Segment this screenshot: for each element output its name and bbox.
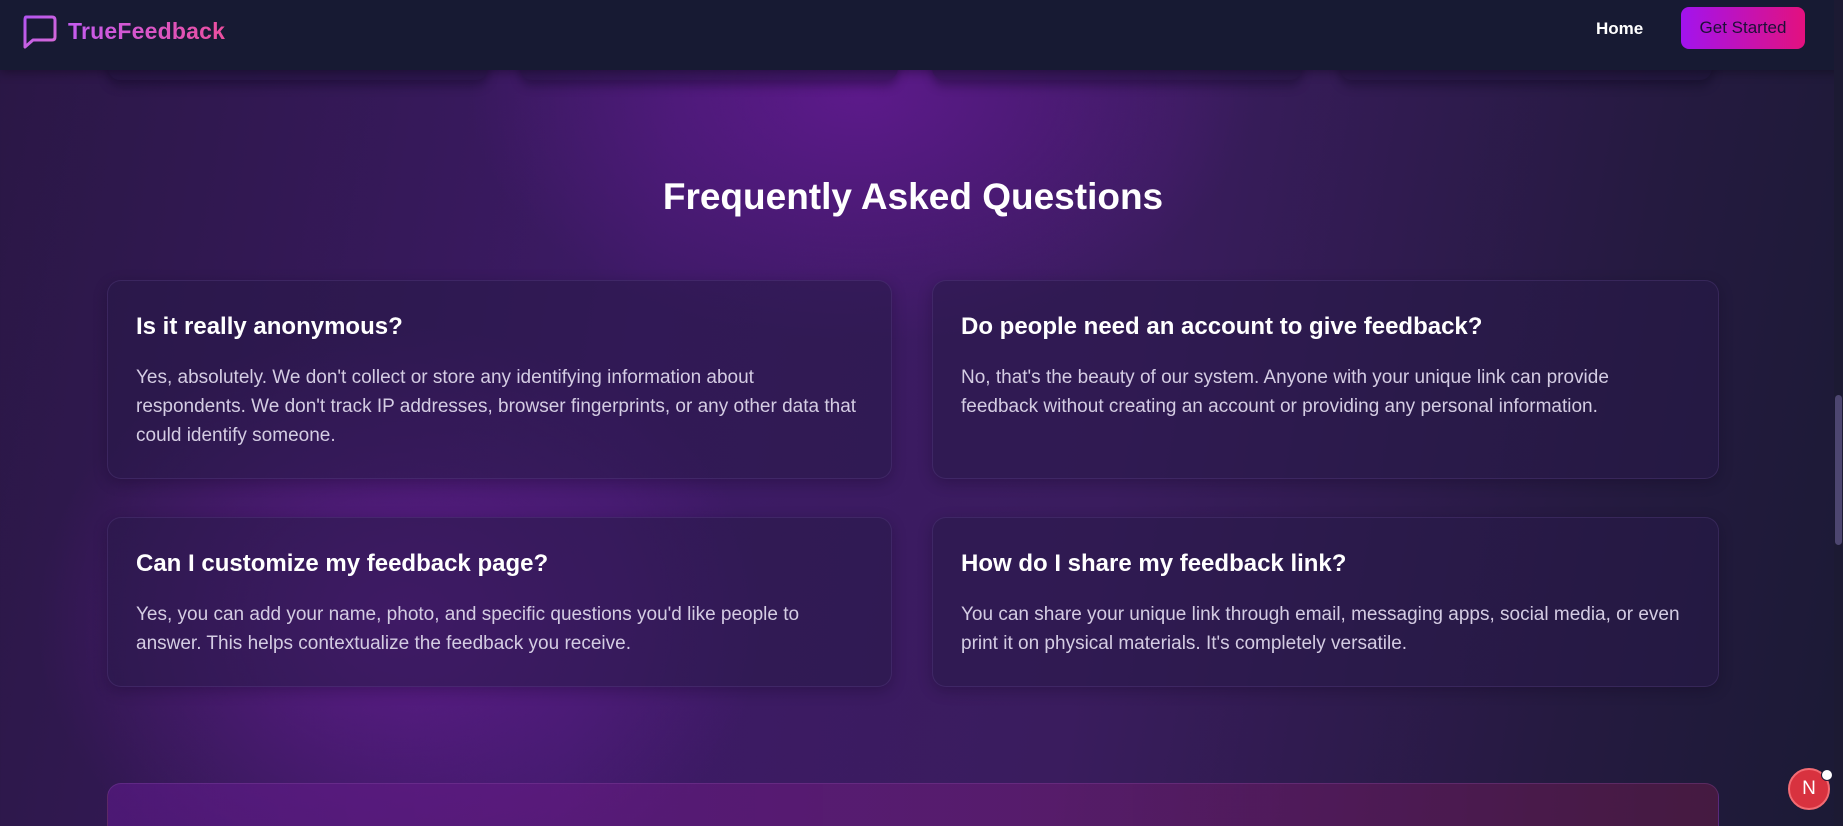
faq-answer: You can share your unique link through e…: [961, 604, 1680, 654]
brand-link[interactable]: TrueFeedback: [20, 12, 225, 50]
faq-answer: Yes, you can add your name, photo, and s…: [136, 604, 800, 654]
faq-card: How do I share my feedback link? You can…: [932, 517, 1719, 687]
faq-question: How do I share my feedback link?: [961, 550, 1347, 577]
chat-bubble-icon: [23, 15, 57, 49]
faq-answer: No, that's the beauty of our system. Any…: [961, 367, 1609, 417]
faq-card: Can I customize my feedback page? Yes, y…: [107, 517, 892, 687]
faq-card: Is it really anonymous? Yes, absolutely.…: [107, 280, 892, 479]
get-started-button[interactable]: Get Started: [1681, 7, 1805, 49]
faq-card: Do people need an account to give feedba…: [932, 280, 1719, 479]
dev-indicator-status-dot: [1821, 769, 1833, 781]
faq-question: Do people need an account to give feedba…: [961, 313, 1483, 340]
faq-answer: Yes, absolutely. We don't collect or sto…: [136, 367, 857, 446]
nav-home-link[interactable]: Home: [1596, 19, 1643, 39]
faq-question: Can I customize my feedback page?: [136, 550, 549, 577]
scrollbar-thumb[interactable]: [1835, 395, 1842, 545]
navbar: TrueFeedback Home Get Started: [0, 0, 1843, 70]
faq-question: Is it really anonymous?: [136, 313, 403, 340]
brand-name: TrueFeedback: [68, 17, 226, 44]
faq-title: Frequently Asked Questions: [662, 176, 1164, 217]
cta-banner: [107, 783, 1719, 826]
